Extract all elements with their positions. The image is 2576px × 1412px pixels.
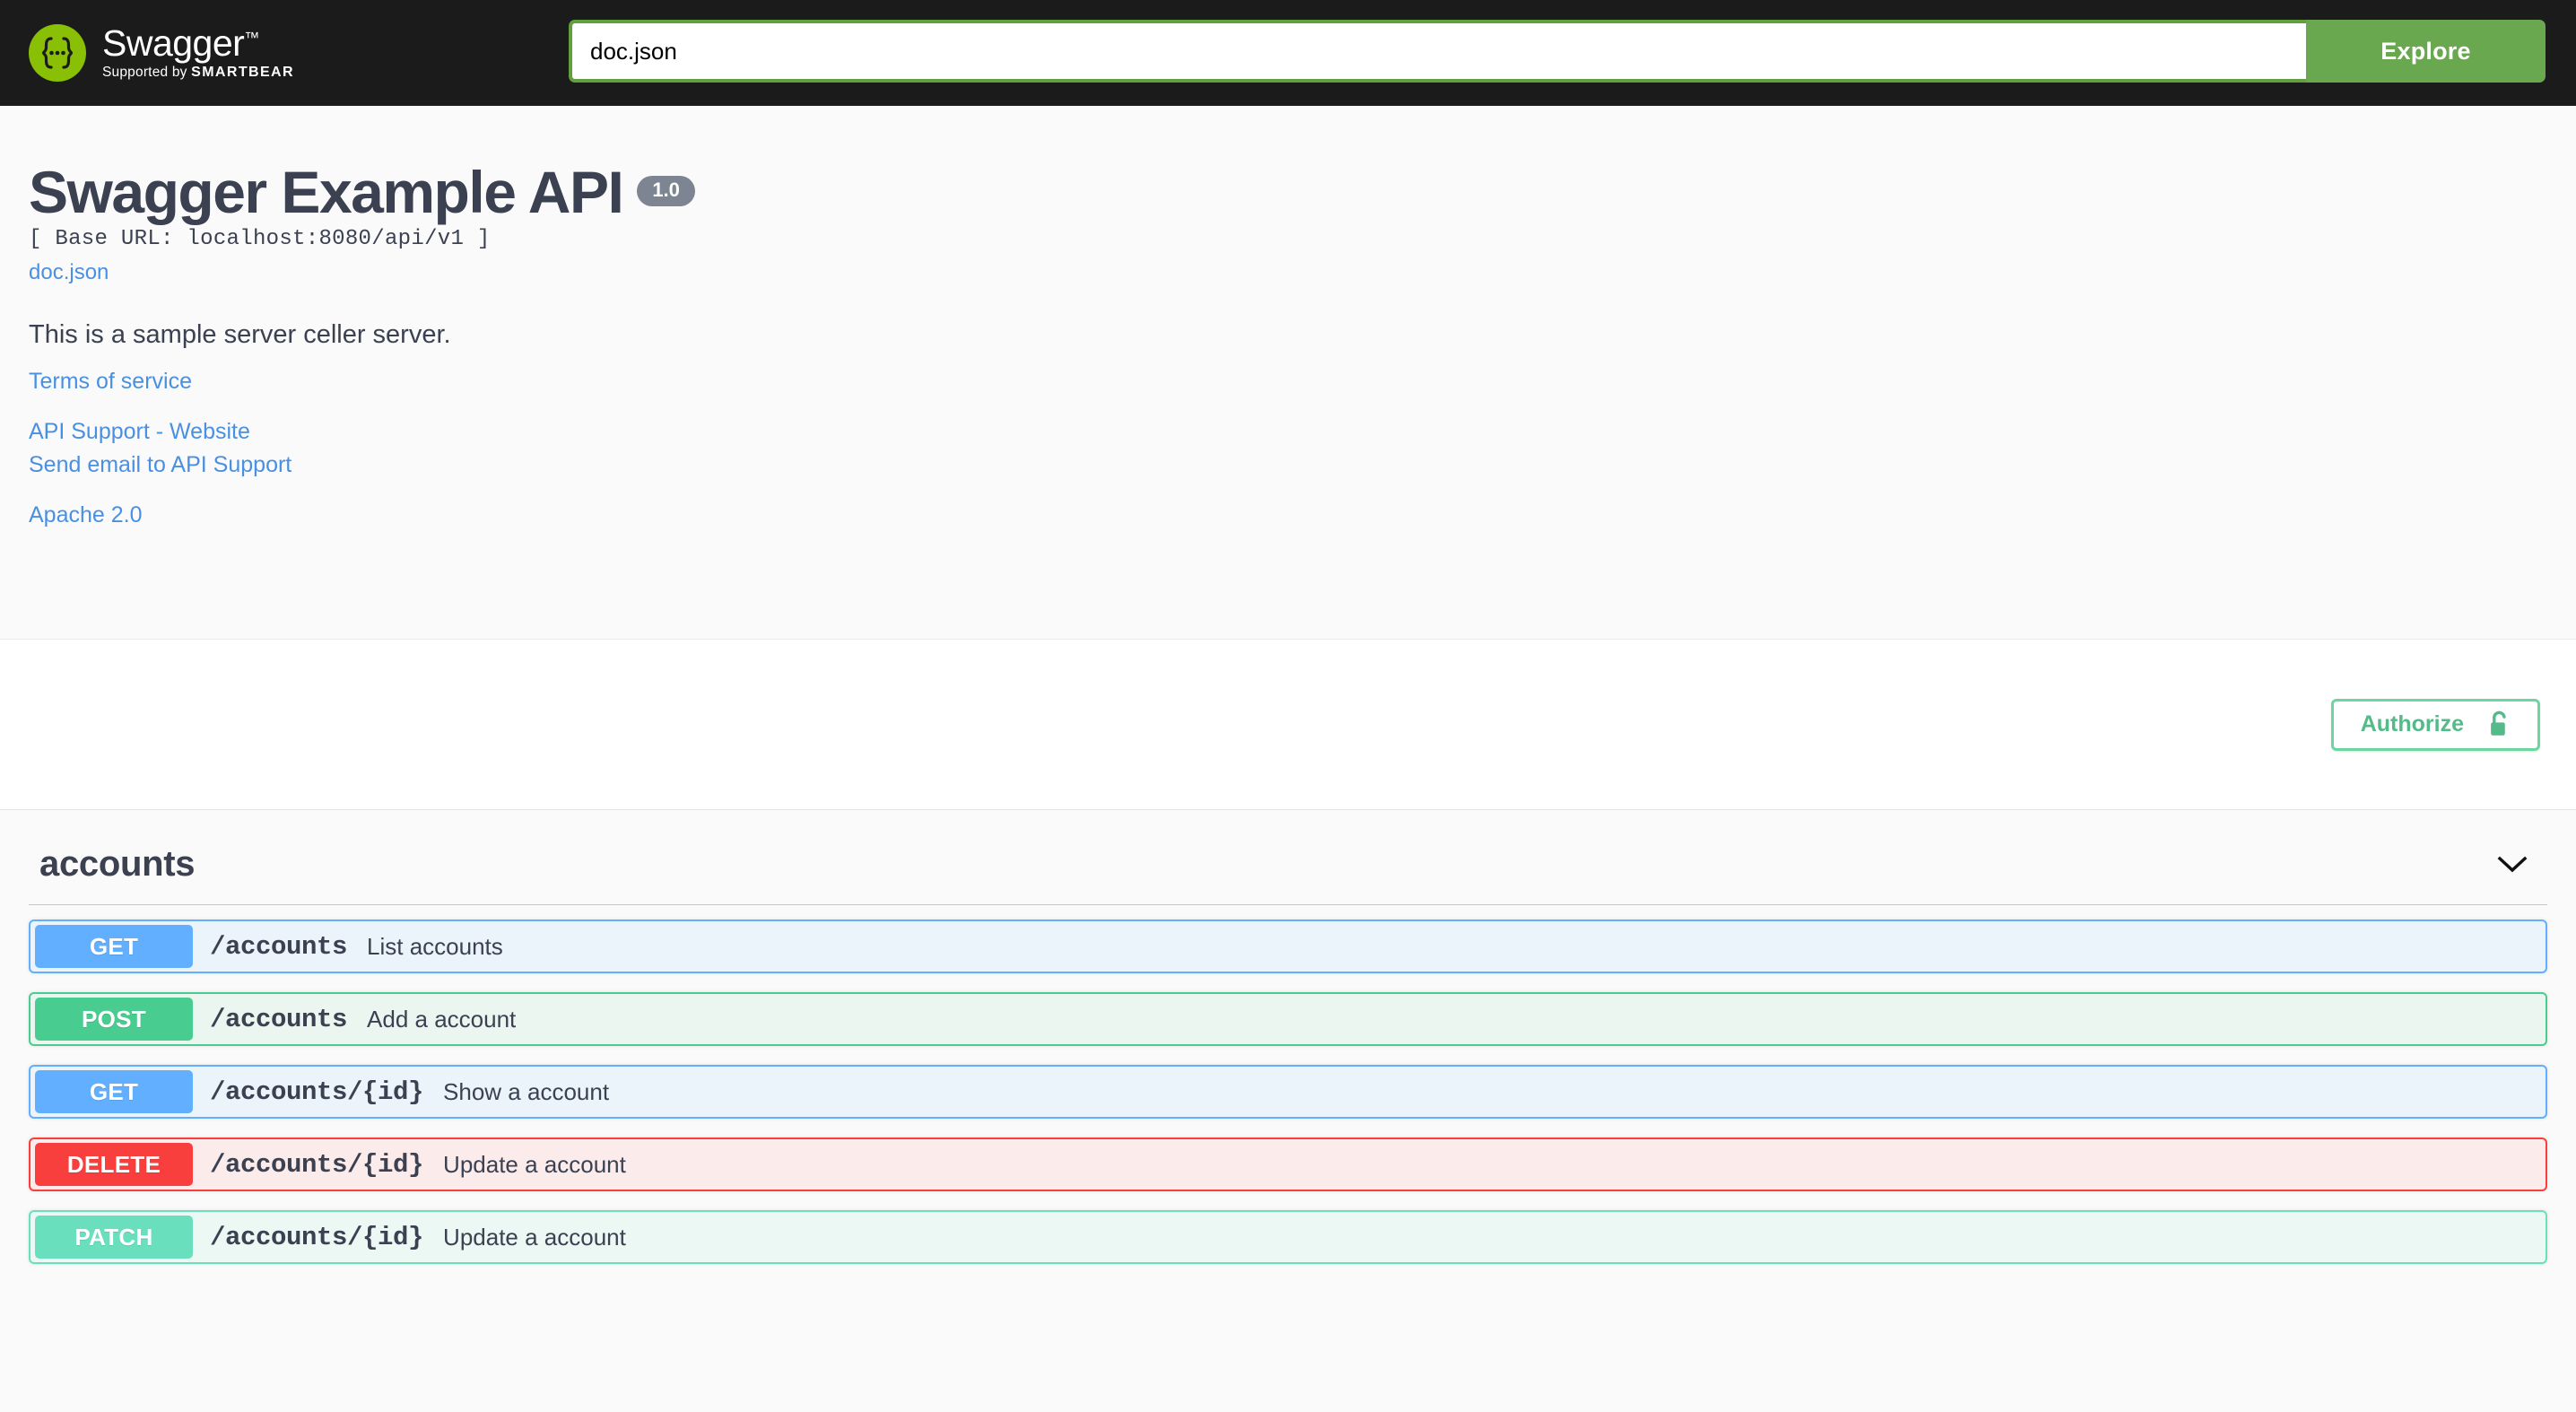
authorization-bar: Authorize [0, 640, 2576, 810]
explore-button[interactable]: Explore [2306, 20, 2546, 83]
authorize-button-label: Authorize [2360, 711, 2464, 737]
swagger-wordmark: Swagger™ Supported by SMARTBEAR [102, 22, 294, 81]
operation-row[interactable]: GET /accounts/{id} Show a account [29, 1065, 2547, 1119]
operation-row[interactable]: GET /accounts List accounts [29, 920, 2547, 973]
license-group: Apache 2.0 [29, 499, 2547, 531]
api-description: This is a sample server celler server. [29, 320, 451, 350]
operation-summary: Add a account [367, 1005, 517, 1033]
operation-summary: Show a account [443, 1077, 610, 1105]
contact-links-group: API Support - Website Send email to API … [29, 415, 2547, 481]
api-title-row: Swagger Example API 1.0 [29, 161, 2547, 223]
terms-of-service-link[interactable]: Terms of service [29, 365, 2547, 397]
operation-row[interactable]: PATCH /accounts/{id} Update a account [29, 1210, 2547, 1264]
operation-summary: Update a account [443, 1150, 626, 1178]
tag-section-accounts: accounts GET /accounts List accounts POS… [0, 810, 2576, 1264]
operation-row[interactable]: POST /accounts Add a account [29, 992, 2547, 1046]
smartbear-brand: SMARTBEAR [191, 64, 294, 80]
api-definition-link[interactable]: doc.json [29, 260, 109, 285]
api-support-email-link[interactable]: Send email to API Support [29, 449, 2547, 481]
swagger-logo-title: Swagger™ [102, 22, 259, 65]
operations-list: GET /accounts List accounts POST /accoun… [29, 905, 2547, 1264]
trademark-symbol: ™ [244, 29, 259, 47]
tag-header-accounts[interactable]: accounts [29, 810, 2547, 905]
swagger-logo-icon [29, 24, 86, 82]
api-info-section: Swagger Example API 1.0 [ Base URL: loca… [0, 106, 2576, 640]
top-bar: Swagger™ Supported by SMARTBEAR Explore [0, 0, 2576, 106]
swagger-logo-link[interactable]: Swagger™ Supported by SMARTBEAR [29, 24, 294, 82]
api-version-badge: 1.0 [637, 176, 695, 206]
page-title: Swagger Example API [29, 159, 624, 225]
operation-summary: Update a account [443, 1223, 626, 1251]
operation-path: /accounts/{id} [210, 1222, 424, 1252]
operation-path: /accounts/{id} [210, 1149, 424, 1180]
authorize-button[interactable]: Authorize [2330, 698, 2540, 751]
operation-path: /accounts/{id} [210, 1076, 424, 1107]
operation-path: /accounts [210, 1004, 348, 1034]
http-method-badge: GET [35, 1070, 193, 1113]
operation-summary: List accounts [367, 932, 503, 960]
api-support-website-link[interactable]: API Support - Website [29, 415, 2547, 448]
http-method-badge: POST [35, 998, 193, 1041]
api-url-form: Explore [569, 20, 2546, 83]
http-method-badge: DELETE [35, 1143, 193, 1186]
unlock-icon [2487, 710, 2511, 739]
http-method-badge: GET [35, 925, 193, 968]
http-method-badge: PATCH [35, 1216, 193, 1259]
operation-path: /accounts [210, 931, 348, 962]
tag-name-label: accounts [39, 844, 196, 884]
api-definition-url-input[interactable] [569, 20, 2306, 83]
operation-row[interactable]: DELETE /accounts/{id} Update a account [29, 1137, 2547, 1191]
license-link[interactable]: Apache 2.0 [29, 499, 2547, 531]
chevron-down-icon[interactable] [2497, 855, 2528, 875]
supported-by-text: Supported by SMARTBEAR [102, 64, 294, 80]
base-url-text: [ Base URL: localhost:8080/api/v1 ] [29, 227, 491, 252]
